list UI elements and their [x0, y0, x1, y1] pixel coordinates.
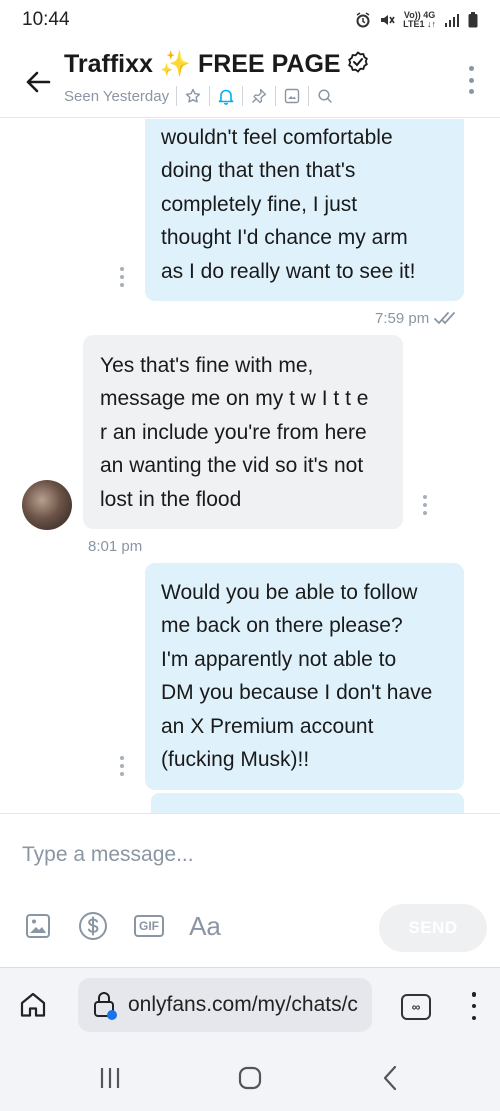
- divider: [176, 86, 178, 106]
- gif-icon: GIF: [134, 915, 164, 937]
- mute-icon: [379, 12, 395, 28]
- message-time: 8:01 pm: [88, 538, 143, 555]
- header-subrow: Seen Yesterday: [64, 86, 334, 106]
- home-icon: [20, 992, 46, 1017]
- message-line: doing that then that's: [161, 159, 356, 183]
- system-navigation-bar: [0, 1041, 500, 1111]
- message-bubble-outgoing[interactable]: wouldn't feel comfortable doing that the…: [145, 119, 464, 301]
- home-nav-button[interactable]: [235, 1063, 265, 1093]
- message-line: r an include you're from here: [100, 420, 367, 444]
- chevron-left-icon: [383, 1065, 397, 1091]
- message-line: me back on there please?: [161, 614, 403, 638]
- text-format-button[interactable]: Aa: [188, 910, 222, 942]
- message-bubble-outgoing-partial[interactable]: [151, 793, 464, 813]
- pin-icon[interactable]: [250, 87, 268, 105]
- search-icon[interactable]: [316, 87, 334, 105]
- dollar-icon: [79, 912, 107, 940]
- double-check-icon: [434, 311, 460, 332]
- network-label: Vo)) 4G LTE1 ↓↑: [403, 11, 436, 29]
- send-button[interactable]: SEND: [379, 904, 487, 952]
- tip-button[interactable]: [78, 910, 108, 942]
- network-label-bottom: LTE1 ↓↑: [403, 19, 436, 29]
- divider: [275, 86, 277, 106]
- message-options-icon[interactable]: [119, 267, 125, 287]
- message-line: as I do really want to see it!: [161, 259, 416, 283]
- arrow-left-icon: [26, 71, 51, 93]
- url-text: onlyfans.com/my/chats/c: [128, 993, 358, 1016]
- tabs-count: ∞: [411, 1000, 421, 1014]
- message-line: an wanting the vid so it's not: [100, 454, 364, 478]
- image-upload-button[interactable]: [24, 910, 52, 942]
- home-circle-icon: [238, 1066, 262, 1090]
- chat-title[interactable]: Traffixx ✨ FREE PAGE: [64, 50, 341, 79]
- browser-menu-button[interactable]: [470, 992, 478, 1020]
- message-line: completely fine, I just: [161, 192, 358, 216]
- divider: [308, 86, 310, 106]
- seen-status: Seen Yesterday: [64, 87, 170, 105]
- message-options-icon[interactable]: [119, 756, 125, 776]
- more-options-button[interactable]: [464, 66, 478, 94]
- message-input[interactable]: [22, 840, 462, 870]
- back-button[interactable]: [20, 64, 56, 100]
- chat-messages[interactable]: wouldn't feel comfortable doing that the…: [0, 119, 500, 813]
- media-icon[interactable]: [283, 87, 301, 105]
- gif-button[interactable]: GIF: [134, 910, 164, 942]
- divider: [209, 86, 211, 106]
- message-line: I'm apparently not able to: [161, 647, 397, 671]
- verified-icon: [347, 51, 369, 78]
- message-line: an X Premium account: [161, 714, 374, 738]
- battery-icon: [468, 12, 478, 28]
- message-line: Yes that's fine with me,: [100, 354, 314, 377]
- message-bubble-outgoing[interactable]: Would you be able to follow me back on t…: [145, 563, 464, 790]
- avatar[interactable]: [22, 480, 72, 530]
- status-icons: Vo)) 4G LTE1 ↓↑: [355, 11, 478, 29]
- home-button[interactable]: [18, 990, 48, 1020]
- message-line: (fucking Musk)!!: [161, 748, 310, 772]
- divider: [242, 86, 244, 106]
- signal-icon: [444, 13, 460, 27]
- message-line: wouldn't feel comfortable: [161, 126, 393, 149]
- status-time: 10:44: [22, 9, 70, 30]
- recent-apps-button[interactable]: [95, 1063, 125, 1093]
- text-format-label: Aa: [189, 910, 221, 941]
- tabs-button[interactable]: ∞: [401, 994, 431, 1020]
- lock-icon: [92, 990, 118, 1020]
- recent-apps-icon: [100, 1068, 120, 1088]
- star-icon[interactable]: [184, 87, 202, 105]
- message-line: Would you be able to follow: [161, 581, 418, 604]
- message-time: 7:59 pm: [375, 310, 430, 327]
- alarm-icon: [355, 12, 371, 28]
- title-row[interactable]: Traffixx ✨ FREE PAGE: [64, 50, 369, 79]
- message-line: DM you because I don't have: [161, 681, 433, 705]
- status-bar: 10:44 Vo)) 4G LTE1 ↓↑: [0, 0, 500, 40]
- message-line: thought I'd chance my arm: [161, 226, 408, 250]
- back-nav-button[interactable]: [375, 1063, 405, 1093]
- message-composer: GIF Aa SEND: [0, 813, 500, 967]
- bell-icon[interactable]: [217, 87, 235, 105]
- address-bar[interactable]: onlyfans.com/my/chats/c: [78, 978, 372, 1032]
- message-options-icon[interactable]: [422, 495, 428, 515]
- message-line: message me on my t w I t t e: [100, 387, 369, 411]
- message-line: lost in the flood: [100, 487, 242, 511]
- chat-header: Traffixx ✨ FREE PAGE Seen Yesterday: [0, 40, 500, 118]
- message-bubble-incoming[interactable]: Yes that's fine with me, message me on m…: [83, 335, 403, 529]
- browser-toolbar: onlyfans.com/my/chats/c ∞: [0, 967, 500, 1041]
- image-icon: [26, 914, 50, 938]
